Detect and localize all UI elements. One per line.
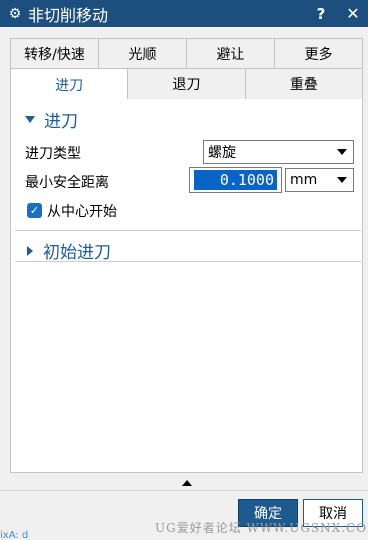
chevron-down-icon bbox=[337, 177, 347, 183]
from-center-checkbox[interactable]: ✓ bbox=[27, 203, 42, 218]
title-bar: ⚙ 非切削移动 ? ✕ bbox=[0, 0, 368, 27]
gear-icon: ⚙ bbox=[8, 5, 22, 22]
chevron-down-icon bbox=[337, 149, 347, 155]
separator bbox=[15, 261, 361, 262]
separator bbox=[15, 230, 361, 231]
content-panel: 进刀 进刀类型 螺旋 最小安全距离 0.1000 mm ✓ 从中心开始 初始进刀 bbox=[10, 99, 363, 473]
collapse-up-icon[interactable] bbox=[182, 480, 192, 486]
from-center-label: 从中心开始 bbox=[47, 204, 117, 220]
engage-type-value: 螺旋 bbox=[208, 145, 236, 161]
min-safe-distance-input[interactable]: 0.1000 bbox=[189, 167, 282, 193]
tab-overlap[interactable]: 重叠 bbox=[245, 68, 363, 100]
close-button[interactable]: ✕ bbox=[342, 4, 364, 23]
tab-more[interactable]: 更多 bbox=[275, 38, 363, 68]
expand-right-icon bbox=[27, 245, 33, 256]
tab-retract[interactable]: 退刀 bbox=[128, 68, 246, 100]
window-title: 非切削移动 bbox=[28, 5, 109, 25]
tab-transfer-rapid[interactable]: 转移/快速 bbox=[10, 38, 99, 68]
min-safe-distance-value: 0.1000 bbox=[194, 170, 277, 190]
section-initial-title: 初始进刀 bbox=[43, 243, 111, 263]
min-safe-distance-label: 最小安全距离 bbox=[25, 175, 109, 191]
tab-row-bottom: 进刀 退刀 重叠 bbox=[10, 68, 363, 100]
engage-type-label: 进刀类型 bbox=[25, 146, 81, 162]
section-engage-title: 进刀 bbox=[44, 112, 78, 132]
section-engage-header[interactable]: 进刀 bbox=[25, 107, 78, 132]
separator bbox=[0, 490, 368, 491]
engage-type-select[interactable]: 螺旋 bbox=[203, 140, 354, 164]
unit-value: mm bbox=[290, 172, 318, 188]
taskbar-fragment: ixA: d bbox=[0, 530, 29, 540]
tab-avoidance[interactable]: 避让 bbox=[187, 38, 275, 68]
watermark: UG爱好者论坛 WWW.UGSNX.COM bbox=[155, 521, 368, 535]
help-button[interactable]: ? bbox=[310, 5, 332, 23]
unit-select[interactable]: mm bbox=[285, 168, 354, 192]
tab-smoothing[interactable]: 光顺 bbox=[99, 38, 187, 68]
section-initial-header[interactable]: 初始进刀 bbox=[25, 238, 111, 263]
expand-down-icon bbox=[25, 116, 35, 123]
tab-engage[interactable]: 进刀 bbox=[10, 68, 129, 100]
tab-row-top: 转移/快速 光顺 避让 更多 bbox=[10, 38, 363, 68]
